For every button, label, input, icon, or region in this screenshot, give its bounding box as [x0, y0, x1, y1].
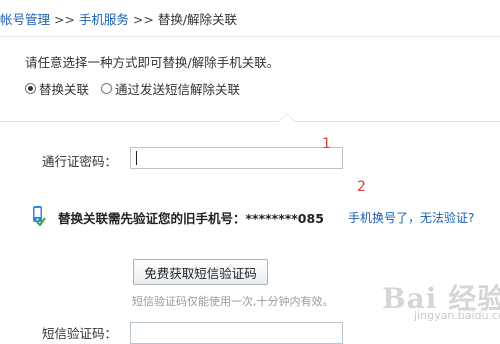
phone-check-icon [33, 206, 46, 226]
get-sms-code-button[interactable]: 免费获取短信验证码 [133, 259, 268, 285]
breadcrumb-account-management[interactable]: 帐号管理 [0, 12, 50, 27]
verify-prefix: 替换关联需先验证您的旧手机号： [58, 211, 246, 226]
breadcrumb-current: 替换/解除关联 [157, 12, 238, 27]
phone-changed-link[interactable]: 手机换号了，无法验证? [348, 209, 474, 226]
sms-hint: 短信验证码仅能使用一次,十分钟内有效。 [132, 295, 334, 308]
masked-phone-number: ********085 [245, 211, 324, 226]
annotation-1: 1 [322, 136, 331, 152]
breadcrumb-separator: >> [128, 12, 158, 27]
pointer-notch-inner [279, 114, 295, 122]
breadcrumb: 帐号管理 >> 手机服务 >> 替换/解除关联 [0, 9, 237, 28]
password-label: 通行证密码： [42, 154, 118, 169]
breadcrumb-phone-service[interactable]: 手机服务 [79, 12, 129, 27]
password-input[interactable] [130, 147, 343, 169]
verify-old-phone-text: 替换关联需先验证您的旧手机号：********085 [58, 208, 324, 227]
radio-replace-label[interactable]: 替换关联 [39, 79, 89, 98]
breadcrumb-divider [0, 36, 500, 37]
intro-text: 请任意选择一种方式即可替换/解除手机关联。 [25, 55, 280, 70]
sms-code-input[interactable] [130, 322, 343, 344]
method-options: 替换关联 通过发送短信解除关联 [25, 79, 252, 98]
annotation-2: 2 [357, 179, 366, 195]
radio-sms-unlink[interactable] [101, 83, 113, 94]
text-caret [136, 151, 137, 165]
radio-sms-unlink-label[interactable]: 通过发送短信解除关联 [115, 79, 240, 98]
watermark-url: jingyan.baidu.com [414, 309, 500, 322]
radio-replace[interactable] [25, 83, 36, 94]
breadcrumb-separator: >> [50, 12, 79, 27]
